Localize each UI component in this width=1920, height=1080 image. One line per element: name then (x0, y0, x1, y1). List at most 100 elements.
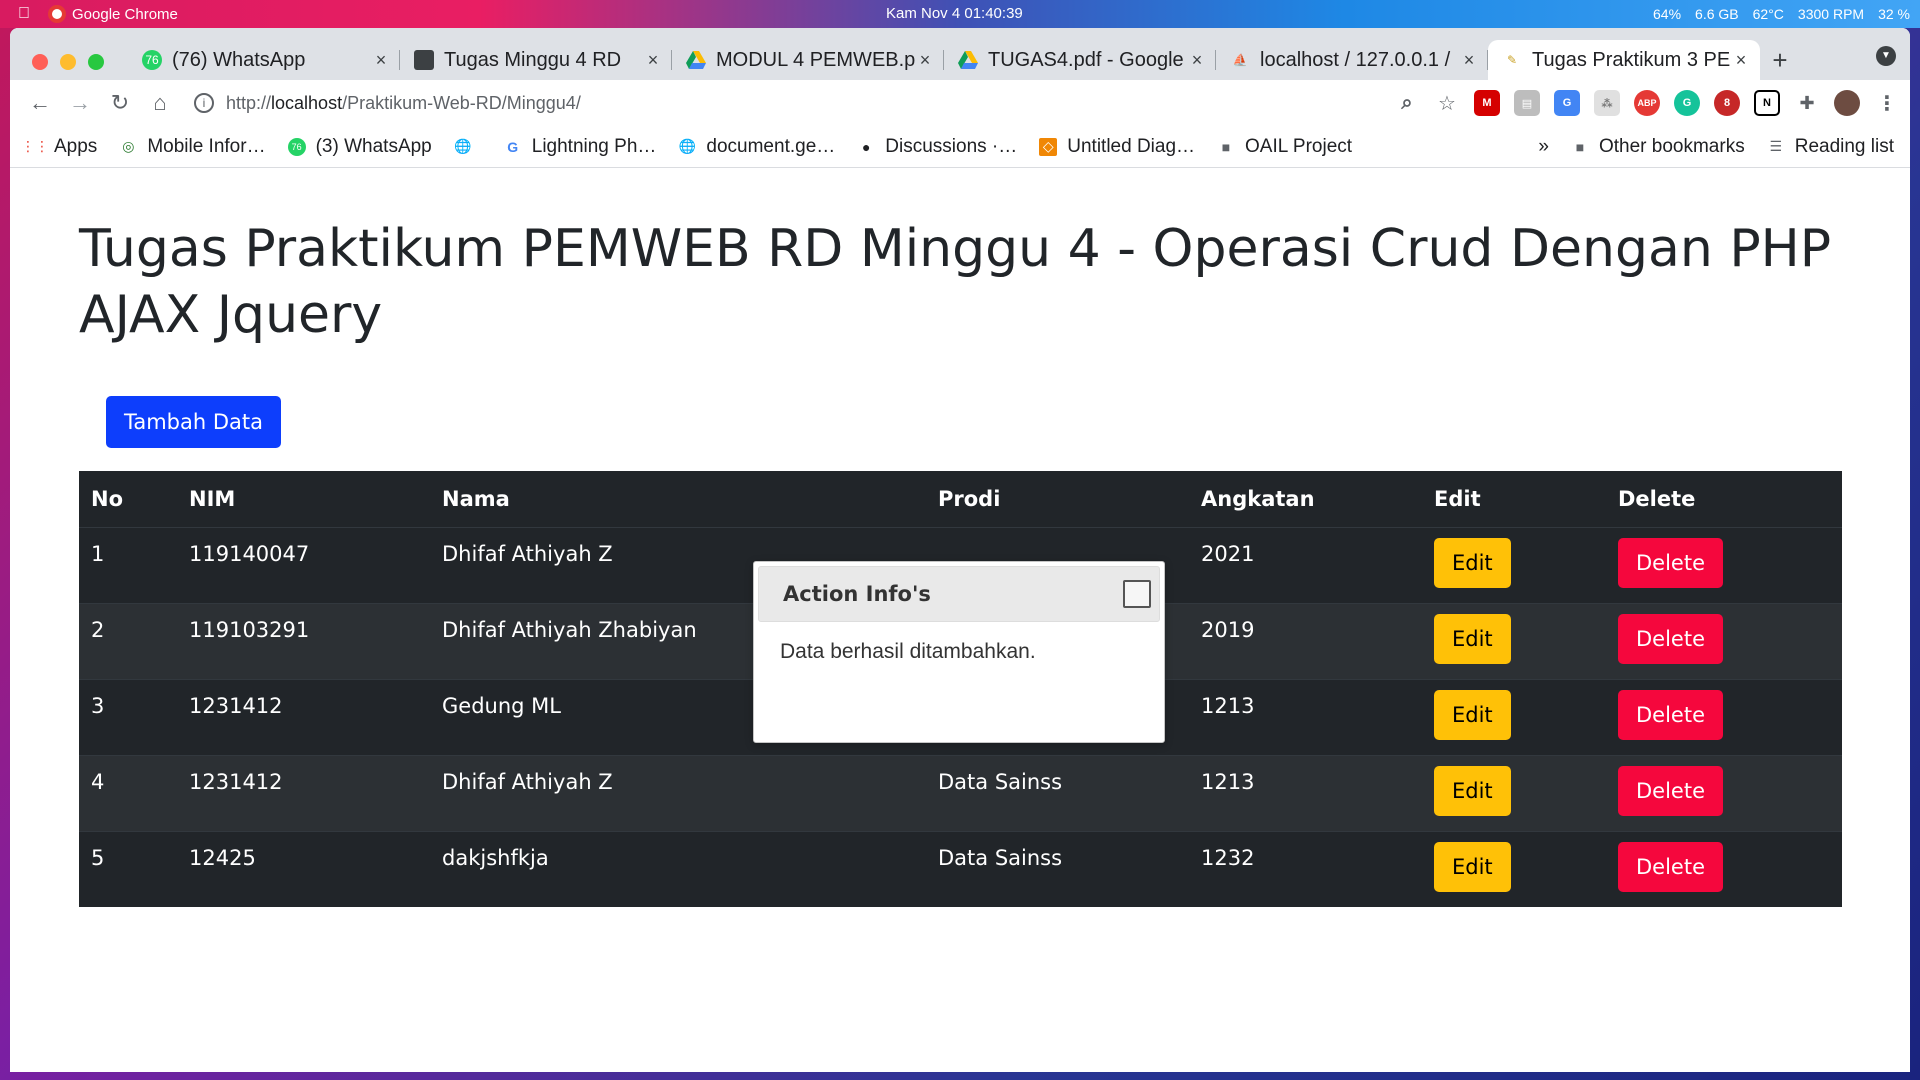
bookmark-apps[interactable]: ⋮⋮ Apps (21, 136, 97, 158)
delete-button[interactable]: Delete (1618, 537, 1723, 588)
temperature-status[interactable]: 62°C (1753, 6, 1784, 22)
maximize-window-button[interactable] (88, 54, 104, 70)
tab-tugas-praktikum[interactable]: ✎ Tugas Praktikum 3 PE × (1488, 40, 1760, 80)
address-bar[interactable]: i http://localhost/Praktikum-Web-RD/Ming… (180, 85, 1394, 121)
bookmark-diagram[interactable]: ◇ Untitled Diag… (1039, 136, 1195, 158)
column-header-edit: Edit (1422, 471, 1606, 528)
delete-button[interactable]: Delete (1618, 689, 1723, 740)
extension-translate-icon[interactable]: G (1554, 90, 1580, 116)
bookmark-mobile-info[interactable]: ◎ Mobile Infor… (119, 136, 265, 158)
zoom-icon[interactable]: ⌕ (1394, 90, 1420, 116)
cell-prodi: Data Sainss (926, 830, 1189, 907)
bookmark-label: Lightning Ph… (531, 135, 657, 157)
bookmark-label: OAIL Project (1245, 135, 1353, 157)
whatsapp-icon: 76 (142, 50, 162, 70)
menubar-clock[interactable]: Kam Nov 4 01:40:39 (886, 5, 1023, 22)
bookmarks-right: » ■ Other bookmarks ☰ Reading list (1538, 136, 1894, 158)
reload-button[interactable]: ↻ (100, 83, 140, 123)
cell-angkatan: 2021 (1189, 526, 1422, 603)
column-header-nim: NIM (177, 471, 430, 528)
tab-search-icon[interactable]: ▼ (1876, 46, 1896, 66)
new-tab-button[interactable]: + (1760, 40, 1800, 80)
memory-status[interactable]: 6.6 GB (1695, 6, 1739, 22)
tab-tugas4-pdf[interactable]: TUGAS4.pdf - Google × (944, 40, 1216, 80)
bookmarks-bar: ⋮⋮ Apps ◎ Mobile Infor… 76 (3) WhatsApp 🌐 G… (10, 126, 1910, 168)
cell-delete: Delete (1606, 830, 1842, 907)
fan-status[interactable]: 3300 RPM (1798, 6, 1864, 22)
bookmark-whatsapp[interactable]: 76 (3) WhatsApp (287, 136, 432, 158)
dialog-titlebar[interactable]: Action Info's (758, 566, 1160, 622)
mobile-info-icon: ◎ (122, 138, 135, 154)
cell-angkatan: 1213 (1189, 678, 1422, 755)
bookmark-document[interactable]: 🌐 document.ge… (678, 135, 836, 158)
apple-icon[interactable]:  (0, 5, 48, 23)
close-window-button[interactable] (32, 54, 48, 70)
drawio-icon: ◇ (1039, 137, 1058, 156)
edit-button[interactable]: Edit (1434, 841, 1511, 892)
back-button[interactable]: ← (20, 83, 60, 123)
edit-button[interactable]: Edit (1434, 537, 1511, 588)
tab-modul[interactable]: MODUL 4 PEMWEB.p × (672, 40, 944, 80)
reading-list[interactable]: ☰ Reading list (1767, 136, 1894, 158)
extension-mendeley-icon[interactable]: M (1474, 90, 1500, 116)
browser-menu-icon[interactable]: ⋮ (1874, 90, 1900, 116)
tab-whatsapp[interactable]: 76 (76) WhatsApp × (128, 40, 400, 80)
close-tab-icon[interactable]: × (1732, 50, 1750, 71)
phpmyadmin-icon: ⛵ (1232, 53, 1248, 67)
reading-list-icon: ☰ (1769, 138, 1782, 154)
other-bookmarks[interactable]: ■ Other bookmarks (1571, 136, 1745, 158)
cell-delete: Delete (1606, 526, 1842, 603)
edit-button[interactable]: Edit (1434, 689, 1511, 740)
add-data-button[interactable]: Tambah Data (106, 396, 282, 448)
cpu-status[interactable]: 64% (1653, 6, 1681, 22)
bookmark-globe[interactable]: 🌐 (454, 138, 482, 156)
close-tab-icon[interactable]: × (916, 50, 934, 71)
home-button[interactable]: ⌂ (140, 83, 180, 123)
bookmark-lightning[interactable]: G Lightning Ph… (504, 135, 657, 158)
close-tab-icon[interactable]: × (644, 50, 662, 71)
cell-edit: Edit (1422, 830, 1606, 907)
drive-icon (686, 50, 706, 70)
delete-button[interactable]: Delete (1618, 765, 1723, 816)
close-tab-icon[interactable]: × (372, 50, 390, 71)
whatsapp-icon: 76 (287, 137, 306, 156)
profile-avatar[interactable] (1834, 90, 1860, 116)
extension-grid-icon[interactable]: ⁂ (1594, 90, 1620, 116)
bookmark-star-icon[interactable]: ☆ (1434, 90, 1460, 116)
extension-clipboard-icon[interactable]: ▤ (1514, 90, 1540, 116)
edit-button[interactable]: Edit (1434, 613, 1511, 664)
extensions-puzzle-icon[interactable]: ✚ (1794, 90, 1820, 116)
tab-title: Tugas Minggu 4 RD (444, 48, 622, 71)
bookmark-label: Discussions ·… (885, 135, 1018, 157)
site-info-icon[interactable]: i (194, 93, 214, 113)
tab-phpmyadmin[interactable]: ⛵ localhost / 127.0.0.1 / × (1216, 40, 1488, 80)
classroom-icon (414, 50, 434, 70)
extensions-area: ⌕ ☆ M ▤ G ⁂ ABP G 8 N ✚ ⋮ (1394, 90, 1900, 116)
extension-notion-icon[interactable]: N (1754, 90, 1780, 116)
minimize-window-button[interactable] (60, 54, 76, 70)
extension-badge-icon[interactable]: 8 (1714, 90, 1740, 116)
bookmark-discussions[interactable]: ● Discussions ·… (857, 136, 1017, 158)
forward-button[interactable]: → (60, 83, 100, 123)
battery-status[interactable]: 32 % (1878, 6, 1910, 22)
bookmark-label: document.ge… (706, 135, 836, 157)
close-tab-icon[interactable]: × (1460, 50, 1478, 71)
extension-adblock-icon[interactable]: ABP (1634, 90, 1660, 116)
dialog-close-button[interactable] (1123, 580, 1151, 608)
active-app-name[interactable]: Google Chrome (72, 6, 178, 23)
bookmarks-overflow-button[interactable]: » (1538, 136, 1549, 158)
edit-button[interactable]: Edit (1434, 765, 1511, 816)
extension-grammarly-icon[interactable]: G (1674, 90, 1700, 116)
cell-angkatan: 2019 (1189, 602, 1422, 679)
cell-nama: dakjshfkja (430, 830, 926, 907)
delete-button[interactable]: Delete (1618, 841, 1723, 892)
cell-edit: Edit (1422, 678, 1606, 755)
tab-tugas-minggu[interactable]: Tugas Minggu 4 RD × (400, 40, 672, 80)
delete-button[interactable]: Delete (1618, 613, 1723, 664)
cell-edit: Edit (1422, 526, 1606, 603)
cell-delete: Delete (1606, 754, 1842, 831)
close-tab-icon[interactable]: × (1188, 50, 1206, 71)
tab-bar: 76 (76) WhatsApp × Tugas Minggu 4 RD × M… (10, 28, 1910, 80)
folder-icon: ■ (1221, 138, 1231, 155)
bookmark-oail[interactable]: ■ OAIL Project (1217, 136, 1352, 158)
